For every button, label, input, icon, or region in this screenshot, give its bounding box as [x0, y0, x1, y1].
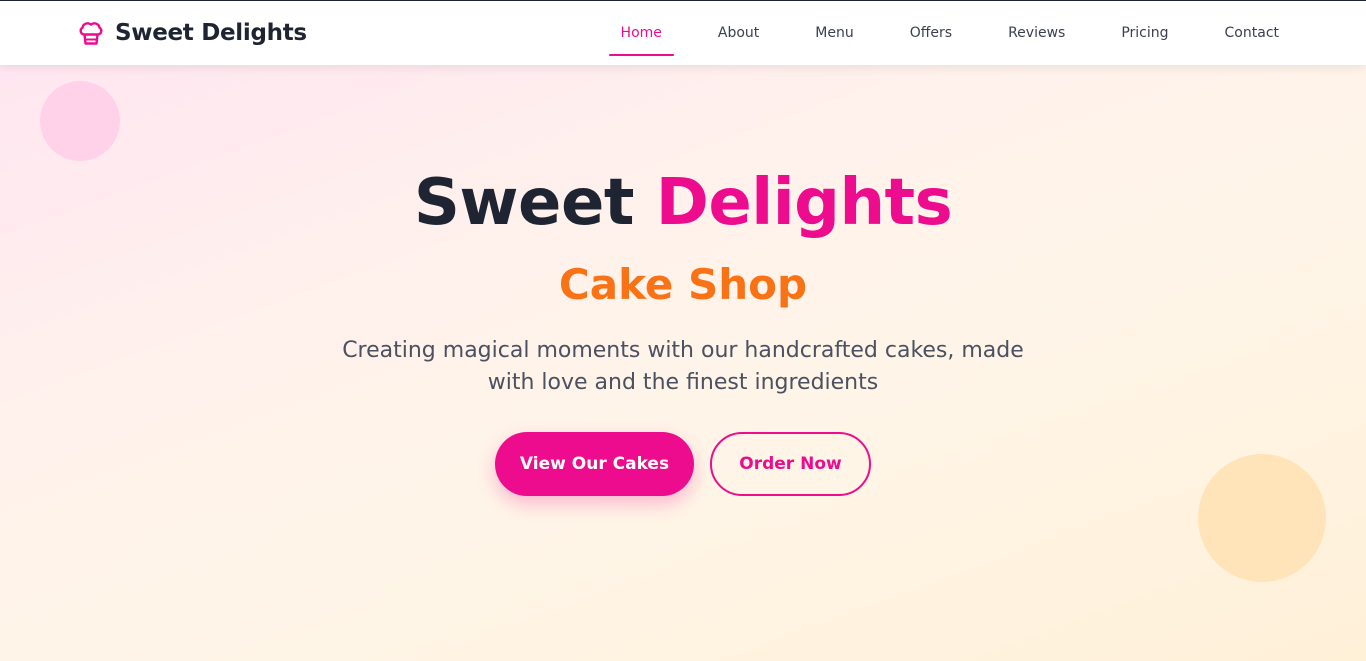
nav-link-menu[interactable]: Menu	[815, 17, 853, 49]
main-nav: Home About Menu Offers Reviews Pricing C…	[608, 1, 1279, 65]
nav-link-home[interactable]: Home	[608, 17, 675, 56]
decorative-circle-orange	[1198, 454, 1326, 582]
hero-description: Creating magical moments with our handcr…	[342, 338, 1024, 395]
order-now-button[interactable]: Order Now	[710, 432, 871, 496]
brand-name: Sweet Delights	[115, 20, 307, 46]
top-border-line	[0, 0, 1366, 1]
view-cakes-button[interactable]: View Our Cakes	[495, 432, 694, 496]
nav-link-pricing[interactable]: Pricing	[1121, 17, 1168, 49]
hero-title: Sweet Delights	[0, 163, 1366, 243]
hero-section: Sweet Delights Cake Shop Creating magica…	[0, 65, 1366, 661]
chef-hat-icon	[79, 22, 103, 45]
nav-link-about[interactable]: About	[718, 17, 759, 49]
decorative-circle-pink	[40, 81, 120, 161]
navbar: Sweet Delights Home About Menu Offers Re…	[0, 1, 1366, 65]
nav-link-reviews[interactable]: Reviews	[1008, 17, 1065, 49]
nav-link-contact[interactable]: Contact	[1225, 17, 1279, 49]
hero-title-accent: Delights	[655, 166, 953, 240]
nav-link-offers[interactable]: Offers	[910, 17, 952, 49]
hero-title-main: Sweet	[413, 166, 635, 240]
hero-subtitle: Cake Shop	[558, 260, 808, 309]
brand-logo[interactable]: Sweet Delights	[77, 18, 307, 48]
